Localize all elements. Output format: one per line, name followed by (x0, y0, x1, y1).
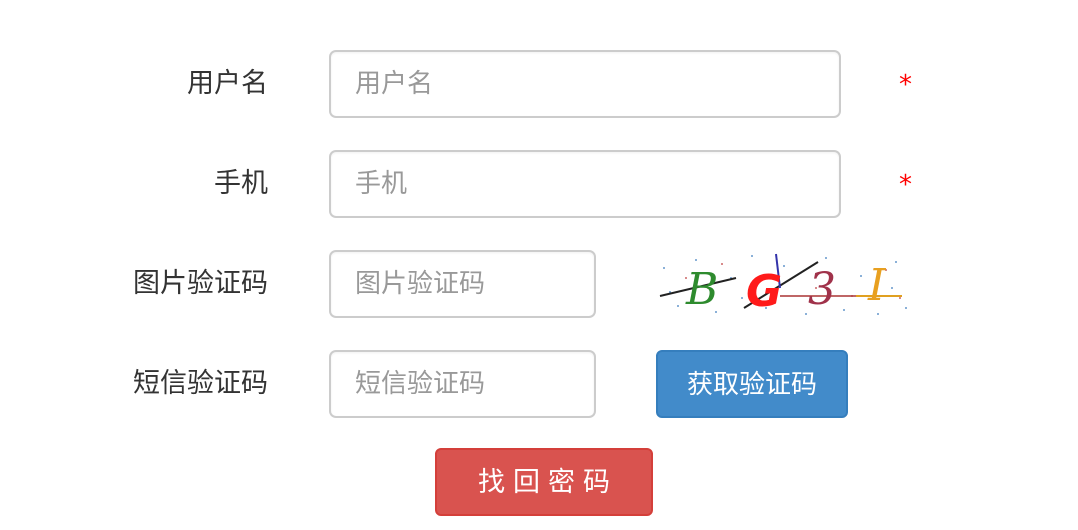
username-input[interactable] (329, 50, 841, 118)
captcha-glyph-1: B (685, 264, 718, 315)
image-captcha-label: 图片验证码 (133, 268, 268, 299)
captcha-glyph-2: G (746, 266, 782, 317)
image-captcha-input[interactable] (329, 250, 596, 318)
image-captcha-row: 图片验证码 图片验证码 B G 3 I (0, 248, 1078, 320)
captcha-glyph-3: 3 (808, 264, 836, 315)
phone-input[interactable] (329, 150, 841, 218)
find-password-button[interactable]: 找回密码 (435, 448, 653, 516)
username-label: 用户名 (187, 68, 268, 99)
sms-code-input[interactable] (329, 350, 596, 418)
sms-code-row: 短信验证码 获取验证码 (0, 350, 1078, 418)
username-required-mark: * (899, 70, 912, 100)
phone-label: 手机 (214, 168, 268, 199)
username-row: 用户名 * (0, 50, 1078, 118)
phone-required-mark: * (899, 170, 912, 200)
phone-row: 手机 * (0, 150, 1078, 218)
captcha-glyph-4: I (867, 260, 887, 311)
sms-code-label: 短信验证码 (133, 368, 268, 399)
get-code-button[interactable]: 获取验证码 (656, 350, 848, 418)
find-password-form: 用户名 * 手机 * 图片验证码 (0, 0, 1078, 530)
captcha-image[interactable]: B G 3 I (656, 248, 912, 320)
